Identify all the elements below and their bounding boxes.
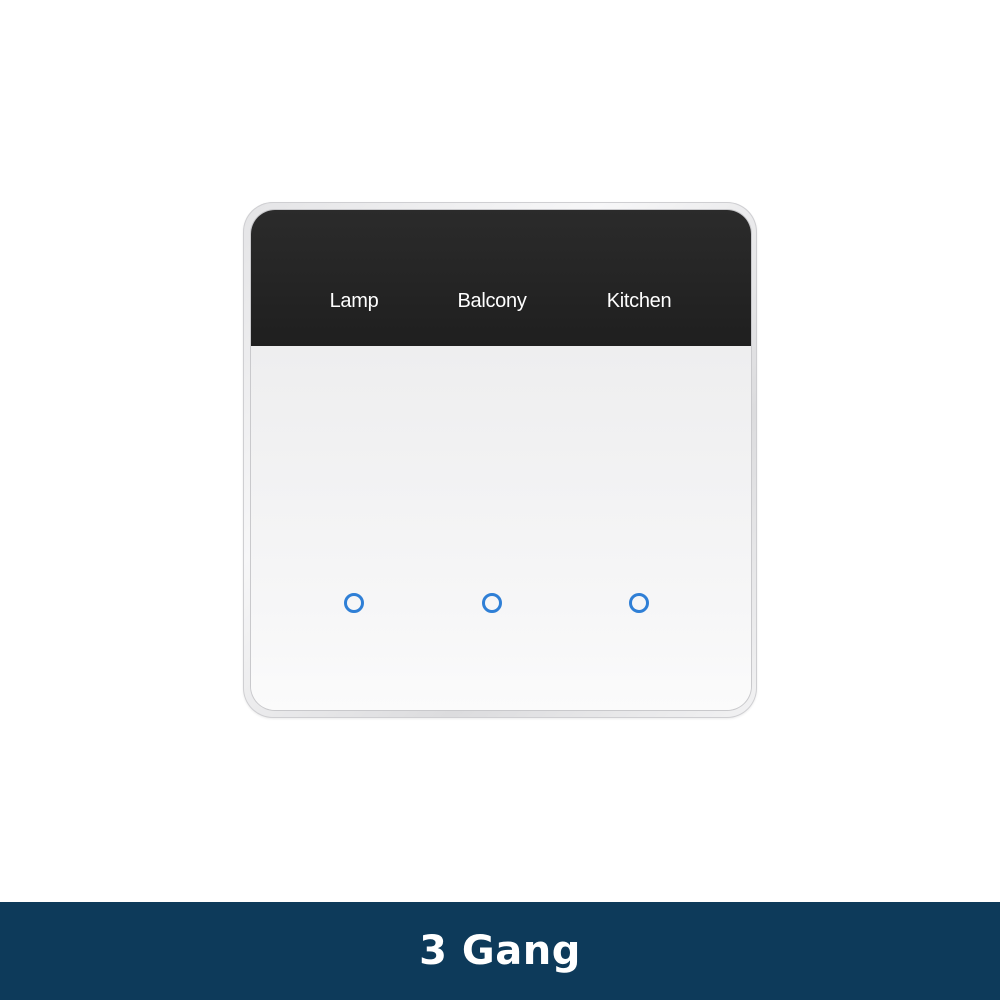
caption-bar: 3 Gang	[0, 902, 1000, 1000]
product-image: Lamp Balcony Kitchen 3 Gang	[0, 0, 1000, 1000]
caption-title: 3 Gang	[419, 928, 581, 974]
gang-label-kitchen: Kitchen	[606, 290, 672, 312]
indicator-ring-icon	[344, 593, 364, 613]
gang-label-balcony: Balcony	[457, 290, 527, 312]
touch-key-balcony[interactable]	[480, 591, 504, 615]
label-strip: Lamp Balcony Kitchen	[251, 210, 751, 346]
gang-label-lamp: Lamp	[329, 290, 379, 312]
touch-area	[251, 346, 751, 710]
indicator-ring-icon	[482, 593, 502, 613]
indicator-ring-icon	[629, 593, 649, 613]
touch-key-lamp[interactable]	[342, 591, 366, 615]
touch-key-kitchen[interactable]	[627, 591, 651, 615]
switch-panel: Lamp Balcony Kitchen	[251, 210, 751, 710]
